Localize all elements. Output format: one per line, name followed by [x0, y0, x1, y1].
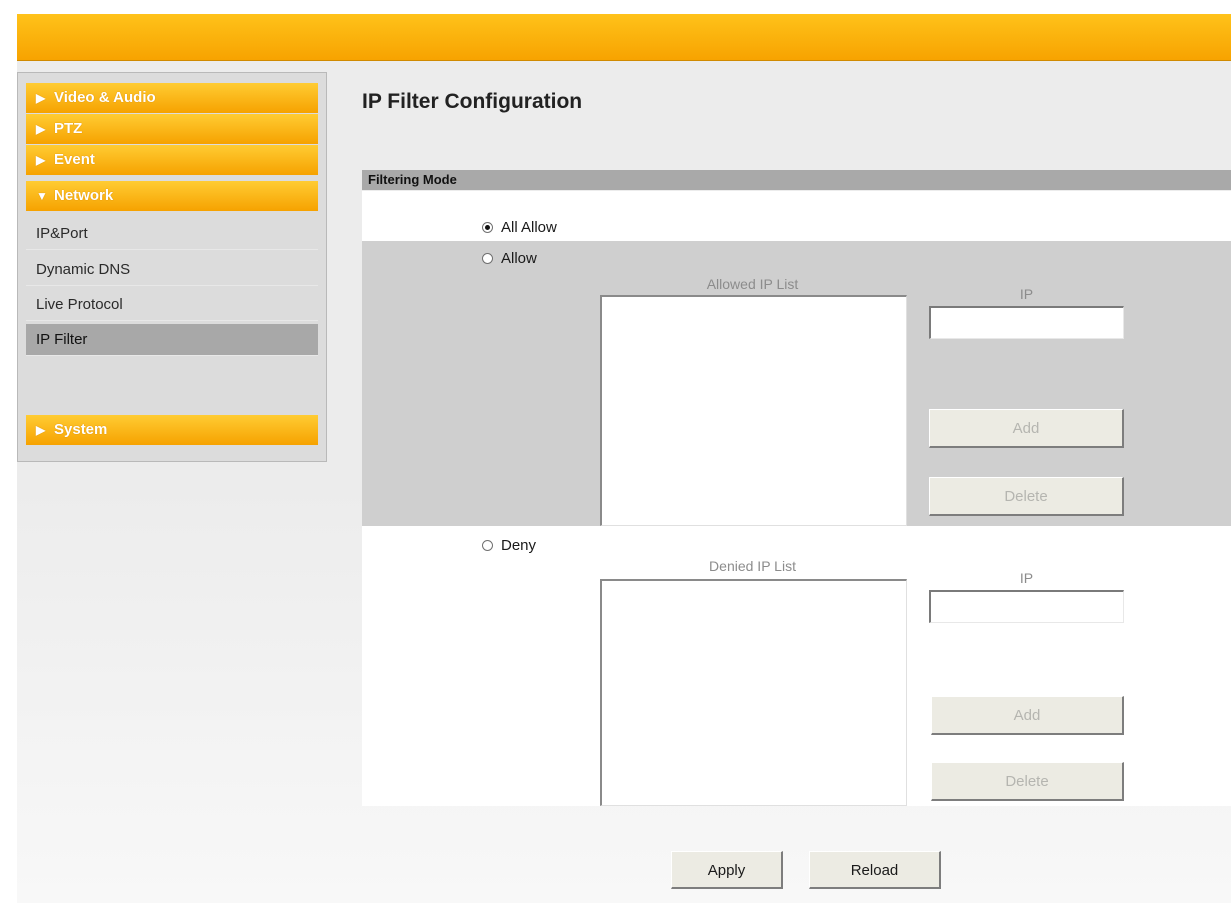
radio-all-allow-label: All Allow [501, 219, 557, 236]
allow-delete-button[interactable]: Delete [929, 477, 1124, 516]
radio-all-allow-button[interactable] [482, 222, 493, 233]
triangle-down-icon: ▼ [36, 189, 48, 203]
denied-ip-list[interactable] [600, 579, 907, 806]
allowed-ip-list-label: Allowed IP List [706, 276, 799, 292]
menu-video-audio-label: Video & Audio [54, 89, 156, 106]
deny-ip-label: IP [1019, 570, 1034, 586]
menu-network[interactable]: ▼ Network [26, 181, 318, 211]
menu-video-audio[interactable]: ▶ Video & Audio [26, 83, 318, 113]
radio-all-allow[interactable]: All Allow [482, 219, 557, 236]
menu-ptz-label: PTZ [54, 120, 83, 137]
deny-add-button[interactable]: Add [931, 696, 1124, 735]
radio-deny[interactable]: Deny [482, 537, 536, 554]
radio-allow-button[interactable] [482, 253, 493, 264]
menu-system-label: System [54, 421, 108, 438]
denied-ip-list-label: Denied IP List [709, 558, 796, 574]
allow-ip-label: IP [1019, 286, 1034, 302]
radio-deny-label: Deny [501, 537, 537, 554]
allow-add-button[interactable]: Add [929, 409, 1124, 448]
allowed-ip-list[interactable] [600, 295, 907, 526]
reload-button[interactable]: Reload [809, 851, 941, 889]
deny-ip-input[interactable] [929, 590, 1124, 623]
menu-event[interactable]: ▶ Event [26, 145, 318, 175]
sidebar: ▶ Video & Audio ▶ PTZ ▶ Event ▼ Network IP&P… [17, 72, 327, 462]
sidebar-item-ip-filter[interactable]: IP Filter [26, 324, 318, 356]
menu-system[interactable]: ▶ System [26, 415, 318, 445]
radio-allow-label: Allow [501, 250, 537, 267]
menu-event-label: Event [54, 151, 95, 168]
menu-ptz[interactable]: ▶ PTZ [26, 114, 318, 144]
page-title: IP Filter Configuration [362, 90, 583, 113]
allow-ip-input[interactable] [929, 306, 1124, 339]
triangle-right-icon: ▶ [36, 423, 46, 437]
triangle-right-icon: ▶ [36, 91, 46, 105]
sidebar-item-live-protocol[interactable]: Live Protocol [26, 289, 318, 321]
header-bar [17, 14, 1231, 61]
radio-allow[interactable]: Allow [482, 250, 537, 267]
deny-delete-button[interactable]: Delete [931, 762, 1124, 801]
filtering-mode-header: Filtering Mode [362, 170, 1231, 190]
sidebar-item-dynamic-dns[interactable]: Dynamic DNS [26, 254, 318, 286]
menu-network-label: Network [54, 187, 114, 204]
apply-button[interactable]: Apply [671, 851, 783, 889]
sidebar-item-ip-port[interactable]: IP&Port [26, 218, 318, 250]
triangle-right-icon: ▶ [36, 122, 46, 136]
triangle-right-icon: ▶ [36, 153, 46, 167]
radio-deny-button[interactable] [482, 540, 493, 551]
